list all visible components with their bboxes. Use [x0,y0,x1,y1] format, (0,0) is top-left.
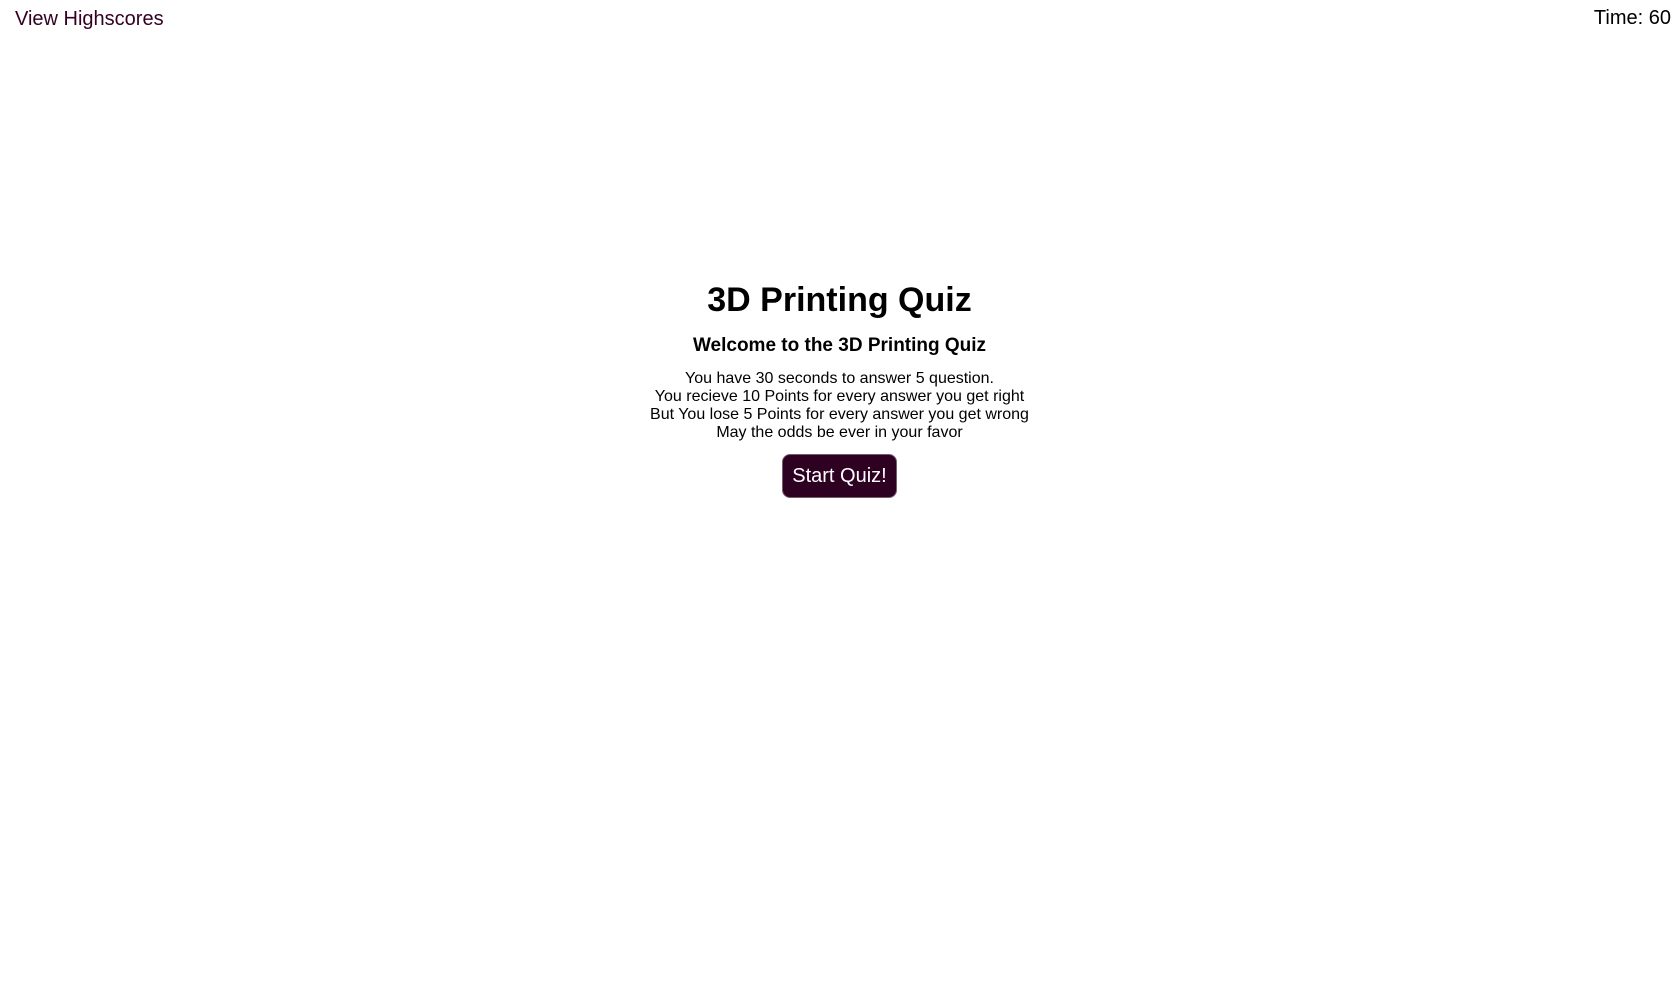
page-title: 3D Printing Quiz [707,281,972,319]
instruction-line: You have 30 seconds to answer 5 question… [685,370,994,387]
instruction-line: You recieve 10 Points for every answer y… [654,388,1025,405]
start-quiz-button[interactable]: Start Quiz! [782,454,897,498]
instructions: You have 30 seconds to answer 5 question… [0,370,1679,442]
intro-section: 3D Printing Quiz Welcome to the 3D Print… [0,280,1679,498]
timer-value: 60 [1648,7,1671,29]
instruction-line: But You lose 5 Points for every answer y… [650,406,1029,423]
header: View Highscores Time: 60 [0,0,1679,50]
timer: Time: 60 [1594,7,1671,30]
instruction-line: May the odds be ever in your favor [716,424,963,441]
welcome-subtitle: Welcome to the 3D Printing Quiz [692,335,987,356]
timer-label: Time: [1593,7,1649,29]
view-highscores-link[interactable]: View Highscores [15,8,164,31]
